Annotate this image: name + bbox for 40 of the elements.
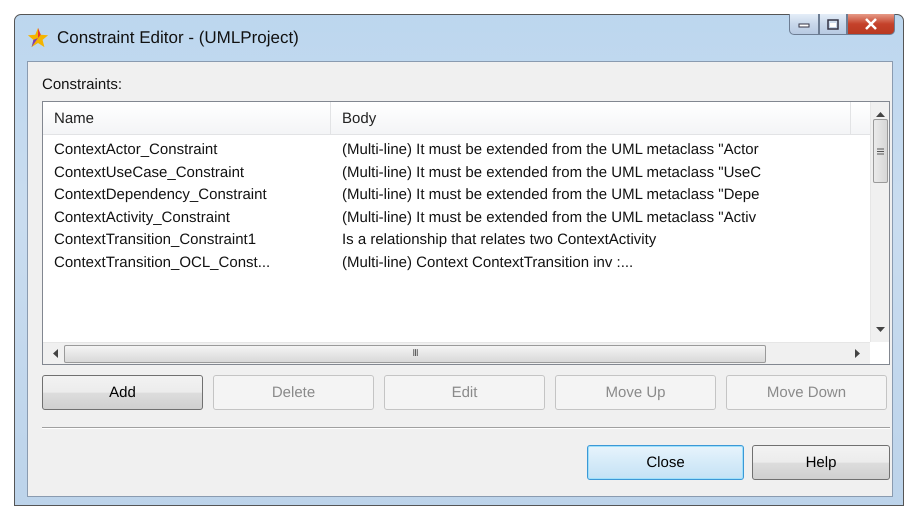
scroll-grip: III — [412, 348, 418, 359]
list-cell-text: ContextActivity_Constraint — [53, 208, 231, 228]
maximize-button[interactable] — [819, 14, 847, 35]
list-cell-text: (Multi-line) It must be extended from the UML metaclass "UseC — [341, 162, 762, 182]
list-row[interactable]: ContextTransition_OCL_Const... (Multi-line) Context ContextTransition inv :... — [43, 252, 870, 274]
list-row[interactable]: ContextActivity_Constraint (Multi-line) It must be extended from the UML metaclass "Activ — [43, 206, 870, 229]
list-cell-text: ContextDependency_Constraint — [53, 185, 268, 205]
list-row[interactable]: ContextDependency_Constraint (Multi-line) It must be extended from the UML metaclass "Depe — [43, 184, 870, 206]
scroll-right-icon[interactable] — [855, 349, 860, 358]
list-label: Constraints: — [42, 76, 122, 93]
scroll-down-icon[interactable] — [876, 327, 884, 332]
star-icon — [27, 27, 49, 49]
list-cell-text: ContextTransition_OCL_Const... — [53, 252, 272, 272]
list-cell-text: (Multi-line) It must be extended from the UML metaclass "Actor — [341, 140, 760, 160]
list-cell-text: ContextTransition_Constraint1 — [53, 230, 258, 250]
dialog-button[interactable]: Close — [587, 445, 744, 480]
vertical-scrollbar[interactable] — [870, 102, 889, 342]
scroll-up-icon[interactable] — [876, 112, 884, 117]
close-window-button[interactable] — [847, 14, 895, 35]
grip-icon — [876, 148, 884, 154]
scroll-left-icon[interactable] — [53, 349, 58, 358]
column-header[interactable]: Name — [43, 102, 331, 134]
window-title: Constraint Editor - (UMLProject) — [57, 28, 299, 48]
list-cell-text: (Multi-line) It must be extended from the UML metaclass "Depe — [341, 185, 760, 205]
list-cell-text: ContextActor_Constraint — [53, 140, 218, 160]
dialog-button[interactable]: Help — [752, 445, 890, 480]
minimize-button[interactable] — [789, 14, 819, 35]
list-cell-text: (Multi-line) It must be extended from the UML metaclass "Activ — [341, 208, 758, 228]
list-row[interactable]: ContextTransition_Constraint1 Is a relationship that relates two ContextActivity — [43, 229, 870, 252]
list-cell-text: ContextUseCase_Constraint — [53, 162, 246, 182]
list-row[interactable]: ContextActor_Constraint (Multi-line) It must be extended from the UML metaclass "Actor — [43, 139, 870, 162]
action-button[interactable]: Add — [42, 375, 203, 410]
list-cell-text: Is a relationship that relates two ContextActivity — [341, 230, 658, 250]
list-cell-text: (Multi-line) Context ContextTransition inv :... — [341, 252, 634, 272]
column-header[interactable]: Body — [331, 102, 851, 134]
maximize-icon — [827, 18, 839, 30]
scroll-thumb[interactable] — [872, 119, 888, 183]
close-icon — [864, 18, 878, 30]
horizontal-scrollbar[interactable]: III — [43, 342, 870, 364]
list-row[interactable]: ContextUseCase_Constraint (Multi-line) It must be extended from the UML metaclass "UseC — [43, 162, 870, 184]
